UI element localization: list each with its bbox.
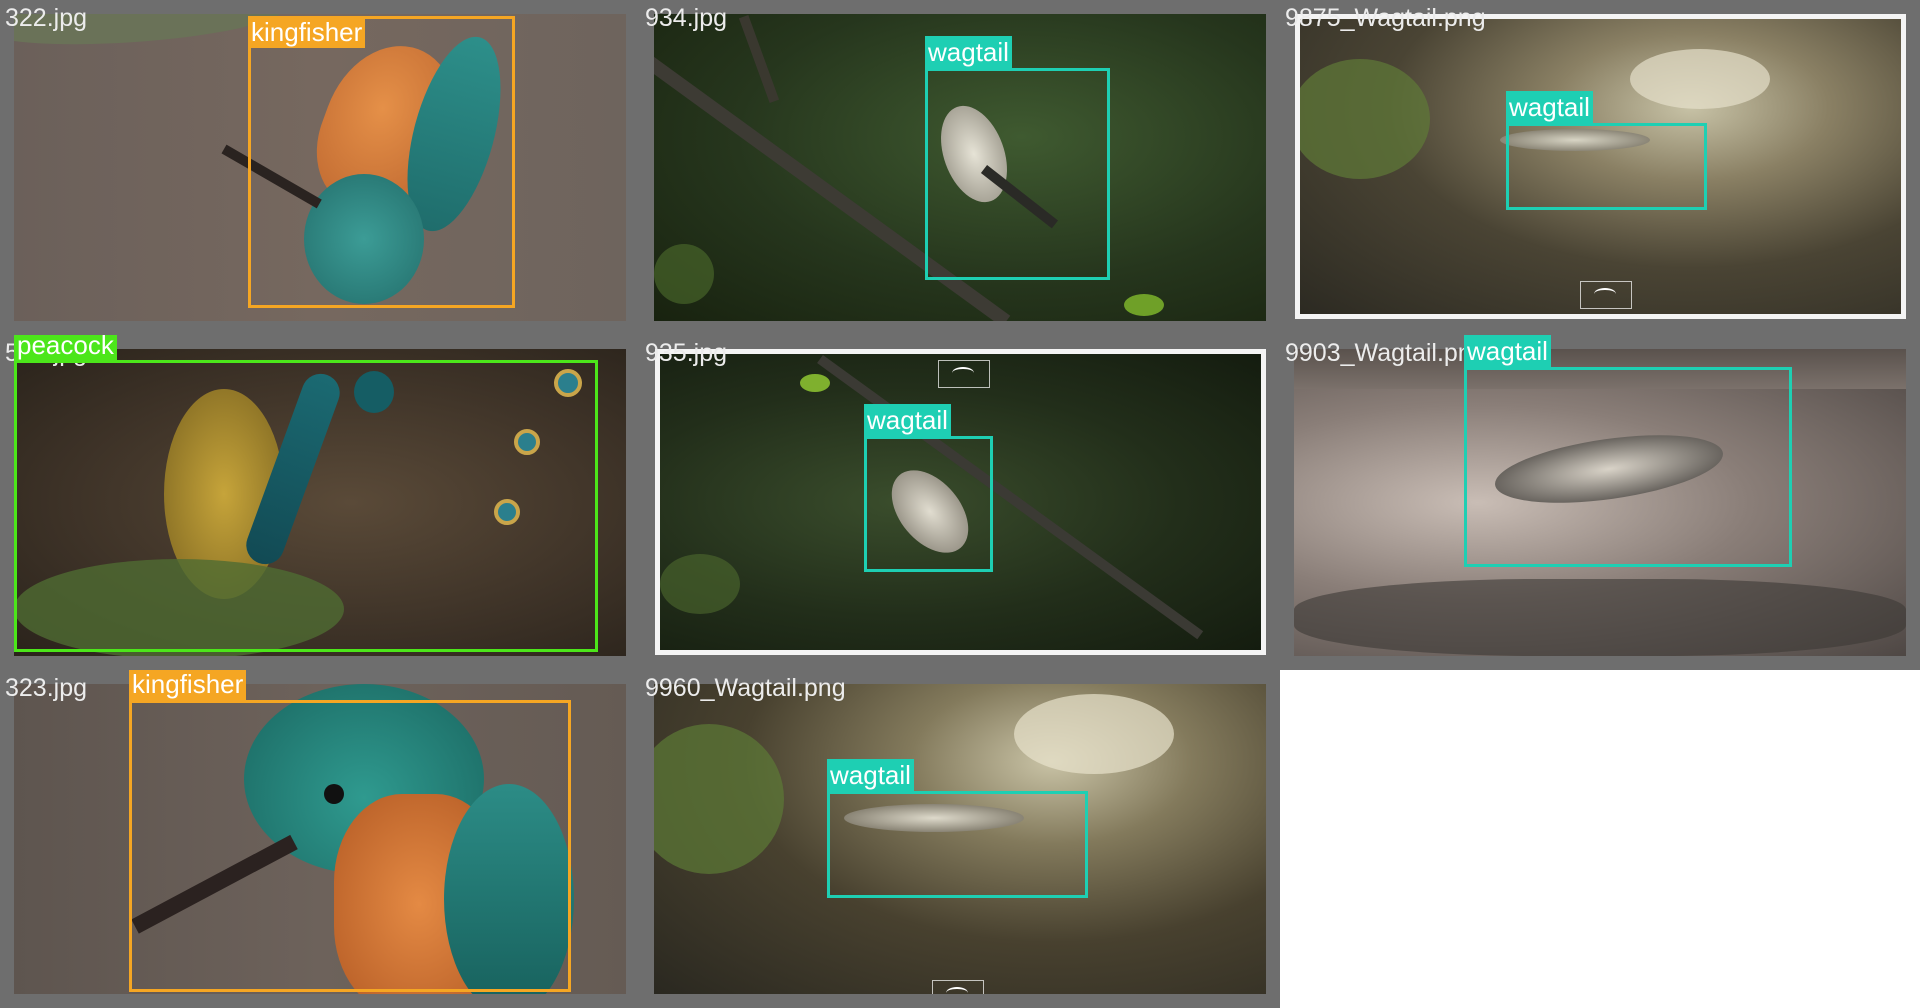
detection-box [129,700,571,992]
class-label: kingfisher [248,16,366,48]
class-label: wagtail [1464,335,1551,367]
class-label: wagtail [864,404,951,436]
filename-label: 935.jpg [645,339,728,367]
watermark-logo [932,980,984,994]
watermark-logo [938,360,990,388]
image-tile-935[interactable]: 935.jpg wagtail [640,335,1280,670]
filename-label: 322.jpg [5,4,88,32]
image-tile-578[interactable]: 578.jpg peacock [0,335,640,670]
detection-box [827,791,1088,898]
image-tile-9875[interactable]: 9875_Wagtail.png wagtail [1280,0,1920,335]
watermark-logo [1580,281,1632,309]
detection-box [864,436,993,572]
image-tile-323[interactable]: 323.jpg kingfisher [0,670,640,1008]
class-label: peacock [14,335,117,361]
class-label: wagtail [827,759,914,791]
detection-box [1464,367,1792,567]
detection-box [248,16,515,308]
image-tile-934[interactable]: 934.jpg wagtail [640,0,1280,335]
detection-box [925,68,1110,280]
filename-label: 323.jpg [5,674,88,702]
filename-label: 9875_Wagtail.png [1285,4,1486,32]
filename-label: 9960_Wagtail.png [645,674,846,702]
detection-box [1506,123,1707,210]
filename-label: 9903_Wagtail.png [1285,339,1486,367]
image-tile-322[interactable]: 322.jpg kingfisher [0,0,640,335]
filename-label: 934.jpg [645,4,728,32]
image-tile-9903[interactable]: 9903_Wagtail.png wagtail [1280,335,1920,670]
class-label: wagtail [925,36,1012,68]
class-label: wagtail [1506,91,1593,123]
class-label: kingfisher [129,670,247,700]
detection-box [14,360,598,652]
image-tile-9960[interactable]: 9960_Wagtail.png wagtail [640,670,1280,1008]
